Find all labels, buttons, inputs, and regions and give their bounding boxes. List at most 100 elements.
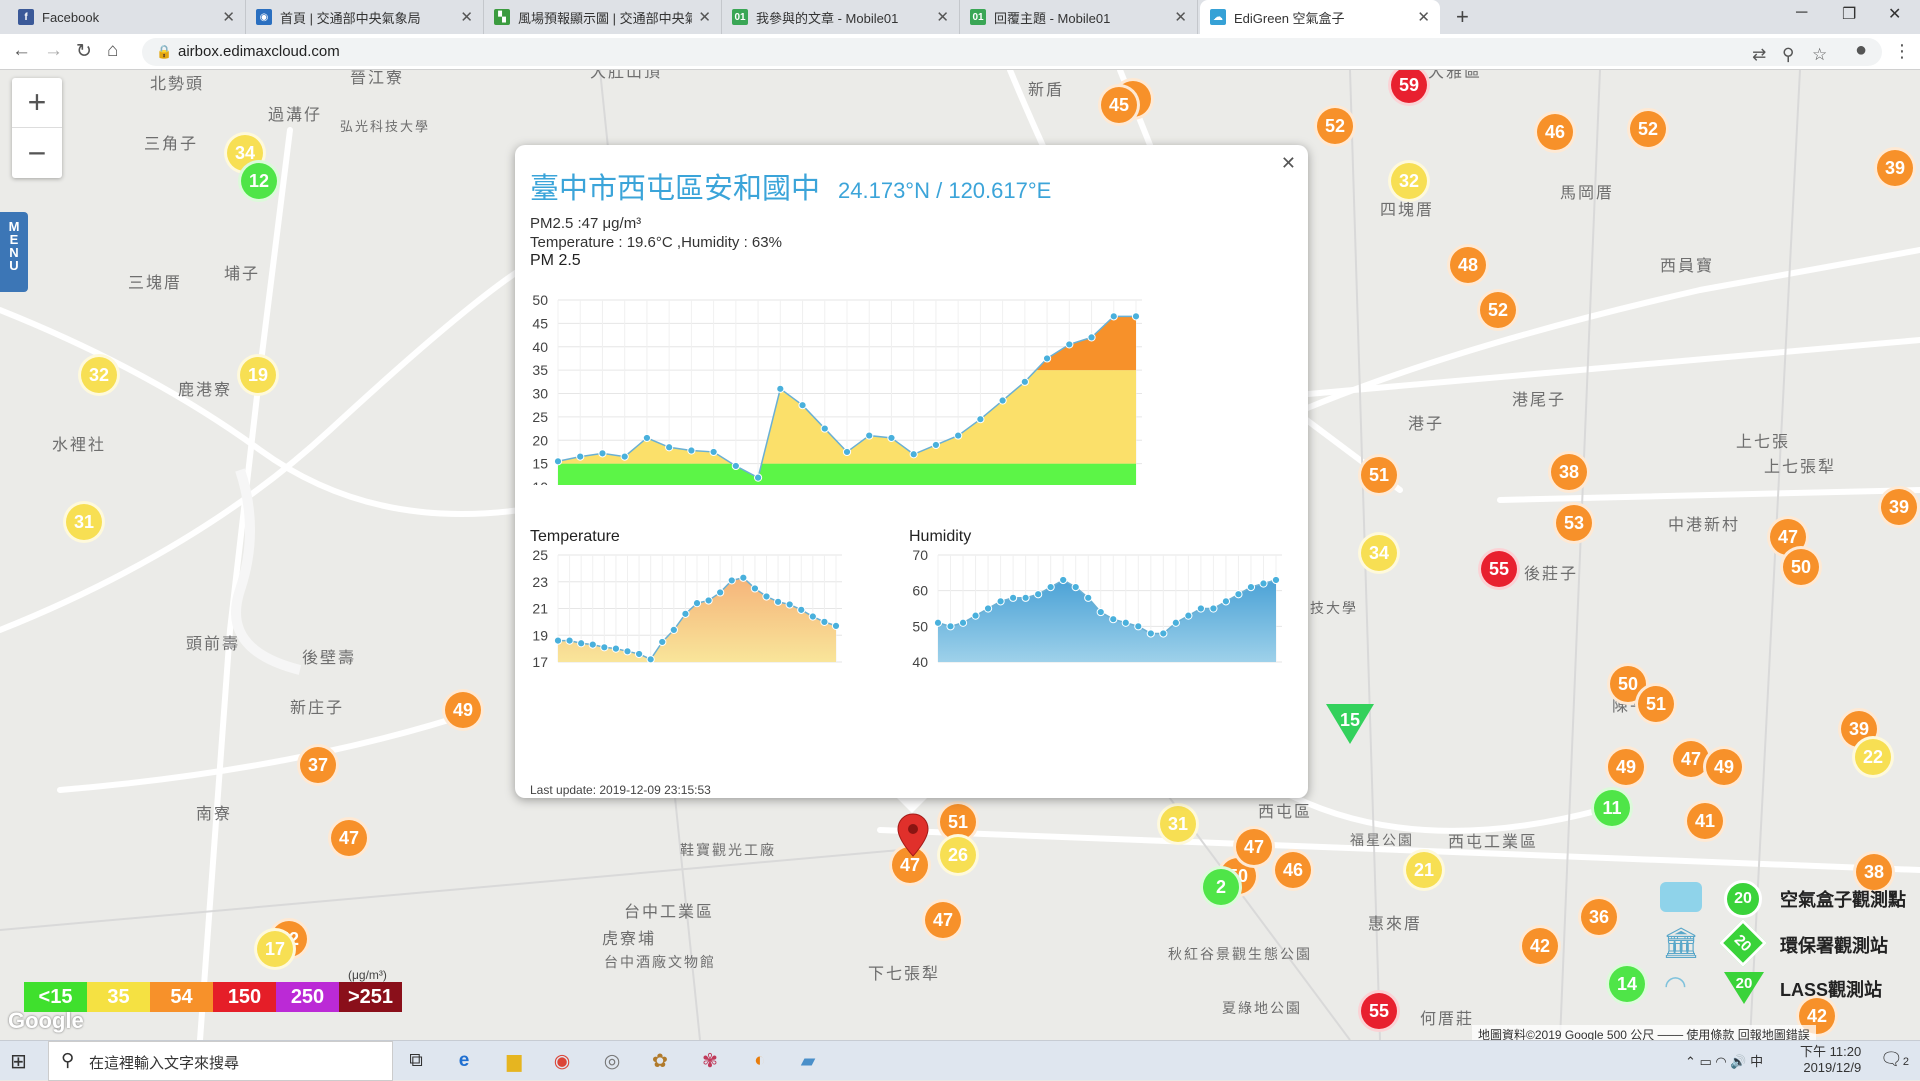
data-point[interactable] xyxy=(1020,377,1029,386)
data-point[interactable] xyxy=(797,605,806,614)
aqi-marker[interactable]: 41 xyxy=(1684,800,1726,842)
translate-icon[interactable]: ⇄ xyxy=(1752,45,1766,65)
data-point[interactable] xyxy=(1087,333,1096,342)
tab-cwb-home[interactable]: ◉ 首頁 | 交通部中央氣象局 ✕ xyxy=(246,0,484,34)
data-point[interactable] xyxy=(909,450,918,459)
data-point[interactable] xyxy=(658,637,667,647)
aqi-marker[interactable]: 32 xyxy=(1388,160,1430,202)
url-text[interactable]: airbox.edimaxcloud.com xyxy=(178,43,340,60)
data-point[interactable] xyxy=(820,424,829,433)
aqi-marker[interactable]: 42 xyxy=(1519,925,1561,967)
aqi-marker[interactable]: 47 xyxy=(328,817,370,859)
tab-wind-forecast[interactable]: ▚ 風場預報顯示圖 | 交通部中央氣象 ✕ xyxy=(484,0,722,34)
tab-mobile01-posts[interactable]: 01 我參與的文章 - Mobile01 ✕ xyxy=(722,0,960,34)
data-point[interactable] xyxy=(1259,579,1268,588)
zoom-icon[interactable]: ⚲ xyxy=(1782,45,1794,65)
back-icon[interactable]: ← xyxy=(12,40,31,62)
data-point[interactable] xyxy=(887,433,896,443)
data-point[interactable] xyxy=(1109,615,1118,624)
data-point[interactable] xyxy=(1042,354,1052,363)
aqi-marker[interactable]: 49 xyxy=(1605,746,1647,788)
data-point[interactable] xyxy=(1221,597,1231,606)
data-point[interactable] xyxy=(739,573,748,582)
data-point[interactable] xyxy=(669,625,678,635)
reload-icon[interactable]: ↻ xyxy=(76,40,92,63)
app-icon[interactable]: ▰ xyxy=(794,1048,822,1074)
zoom-in-button[interactable]: + xyxy=(12,78,62,128)
data-point[interactable] xyxy=(1009,593,1018,602)
epa-station-marker[interactable]: 15 xyxy=(1324,702,1376,746)
aqi-marker[interactable]: 34 xyxy=(1358,532,1400,574)
data-point[interactable] xyxy=(1134,622,1143,631)
app-icon[interactable]: ✾ xyxy=(696,1048,724,1074)
data-point[interactable] xyxy=(1131,312,1141,321)
data-point[interactable] xyxy=(750,584,760,593)
data-point[interactable] xyxy=(588,640,597,649)
aqi-marker[interactable]: 48 xyxy=(1447,244,1489,286)
aqi-marker[interactable]: 47 xyxy=(922,899,964,941)
station-type-lass[interactable]: ◠ 20 LASS觀測站 xyxy=(1654,966,1920,1010)
data-point[interactable] xyxy=(785,600,794,609)
tab-facebook[interactable]: f Facebook ✕ xyxy=(8,0,246,34)
data-point[interactable] xyxy=(598,449,607,458)
data-point[interactable] xyxy=(776,384,785,393)
data-point[interactable] xyxy=(773,597,783,606)
aqi-marker[interactable]: 17 xyxy=(254,928,296,970)
system-tray[interactable]: ⌃ ▭ ◠ 🔊 中 xyxy=(1685,1051,1763,1070)
file-explorer-icon[interactable]: ▆ xyxy=(500,1048,528,1074)
data-point[interactable] xyxy=(971,611,980,620)
selected-station-pin-icon[interactable] xyxy=(896,812,930,858)
ime-indicator[interactable]: 中 xyxy=(1750,1054,1763,1069)
data-point[interactable] xyxy=(620,452,629,461)
clock[interactable]: 下午 11:20 2019/12/9 xyxy=(1800,1044,1861,1076)
data-point[interactable] xyxy=(1065,340,1074,349)
data-point[interactable] xyxy=(762,592,771,601)
data-point[interactable] xyxy=(1184,611,1193,620)
data-point[interactable] xyxy=(553,636,563,645)
data-point[interactable] xyxy=(996,597,1005,606)
tab-edigreen[interactable]: ☁ EdiGreen 空氣盒子 ✕ xyxy=(1200,0,1440,34)
aqi-marker[interactable]: 22 xyxy=(1852,736,1894,778)
data-point[interactable] xyxy=(946,622,955,631)
aqi-marker[interactable]: 49 xyxy=(1703,746,1745,788)
app-icon[interactable]: ◎ xyxy=(598,1048,626,1074)
address-bar[interactable]: 🔒 airbox.edimaxcloud.com ⇄ ⚲ ☆ xyxy=(142,38,1882,66)
tab-mobile01-reply[interactable]: 01 回覆主題 - Mobile01 ✕ xyxy=(960,0,1198,34)
aqi-marker[interactable]: 55 xyxy=(1478,548,1520,590)
data-point[interactable] xyxy=(865,431,874,440)
data-point[interactable] xyxy=(1021,593,1030,602)
data-point[interactable] xyxy=(1234,590,1243,599)
menu-button[interactable]: MENU xyxy=(0,212,28,292)
data-point[interactable] xyxy=(1271,575,1281,585)
aqi-marker[interactable]: 46 xyxy=(1272,849,1314,891)
aqi-marker[interactable]: 37 xyxy=(297,744,339,786)
close-tab-icon[interactable]: ✕ xyxy=(222,8,235,26)
aqi-marker[interactable]: 38 xyxy=(1548,451,1590,493)
data-point[interactable] xyxy=(998,396,1007,405)
aqi-marker[interactable]: 52 xyxy=(1627,108,1669,150)
data-point[interactable] xyxy=(954,431,963,440)
data-point[interactable] xyxy=(642,433,652,443)
data-point[interactable] xyxy=(646,655,655,664)
data-point[interactable] xyxy=(709,447,718,457)
aqi-marker[interactable]: 46 xyxy=(1534,111,1576,153)
map-attribution[interactable]: 地圖資料©2019 Google 500 公尺 ─── 使用條款 回報地圖錯誤 xyxy=(1472,1025,1816,1040)
edge-browser-icon[interactable]: e xyxy=(450,1048,478,1074)
station-type-epa[interactable]: 🏛 20 環保署觀測站 xyxy=(1654,918,1920,968)
data-point[interactable] xyxy=(808,612,817,621)
notification-icon[interactable]: 🗨2 xyxy=(1880,1049,1909,1070)
windows-start-icon[interactable]: ⊞ xyxy=(10,1049,27,1074)
aqi-marker[interactable]: 55 xyxy=(1358,990,1400,1032)
blender-icon[interactable]: ◐ xyxy=(746,1048,774,1074)
data-point[interactable] xyxy=(753,473,763,482)
data-point[interactable] xyxy=(692,599,702,608)
aqi-marker[interactable]: 39 xyxy=(1874,147,1916,189)
zoom-out-button[interactable]: − xyxy=(12,128,62,178)
data-point[interactable] xyxy=(1171,618,1180,627)
data-point[interactable] xyxy=(553,457,563,466)
data-point[interactable] xyxy=(842,447,852,457)
close-tab-icon[interactable]: ✕ xyxy=(1174,8,1187,26)
aqi-marker[interactable]: 32 xyxy=(78,354,120,396)
data-point[interactable] xyxy=(600,643,609,652)
task-view-icon[interactable]: ⧉ xyxy=(402,1048,430,1074)
